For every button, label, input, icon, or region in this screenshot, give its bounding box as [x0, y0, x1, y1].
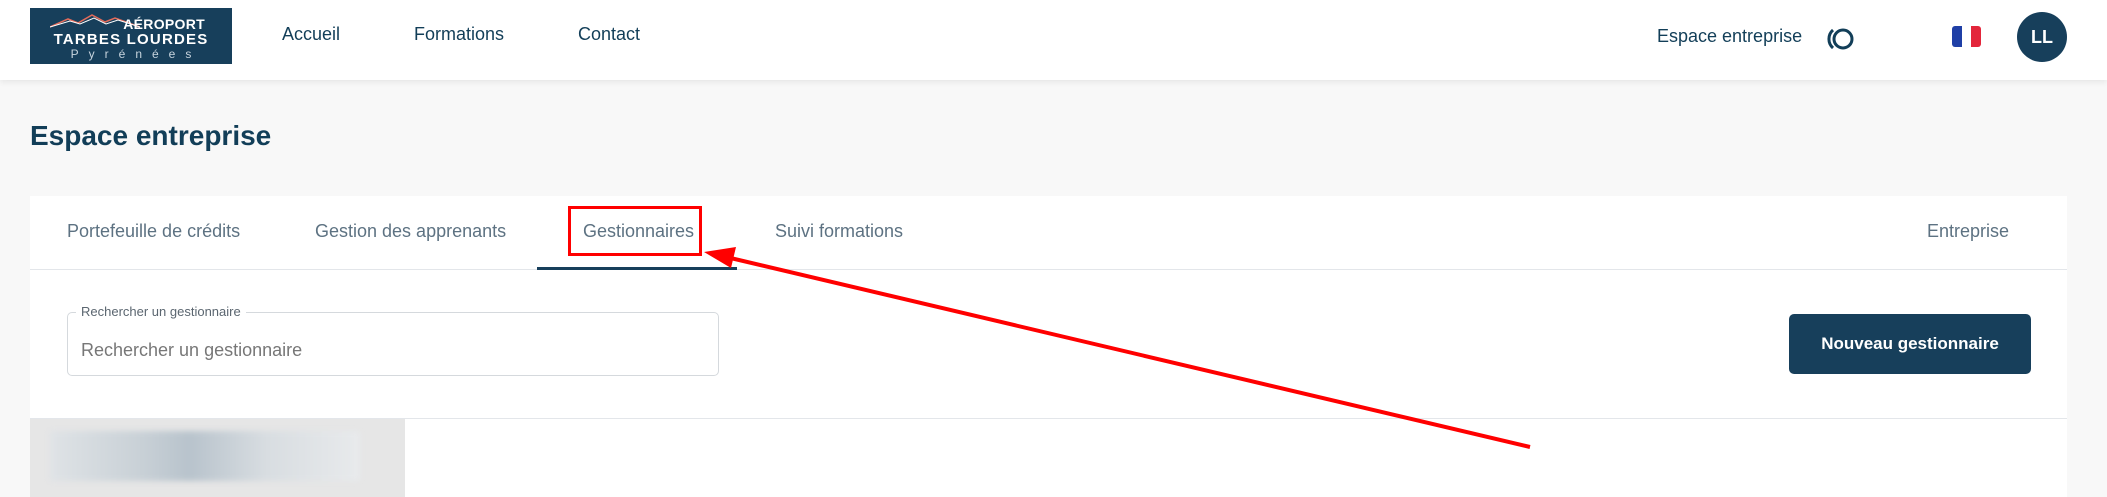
search-input[interactable] — [81, 337, 681, 363]
user-avatar[interactable]: LL — [2017, 12, 2067, 62]
nav-formations[interactable]: Formations — [414, 24, 504, 45]
tab-portefeuille-credits[interactable]: Portefeuille de crédits — [67, 221, 240, 242]
loading-spinner-icon — [1827, 28, 1854, 50]
tab-gestion-apprenants[interactable]: Gestion des apprenants — [315, 221, 506, 242]
tab-suivi-formations[interactable]: Suivi formations — [775, 221, 903, 242]
page-title: Espace entreprise — [30, 120, 272, 151]
active-tab-indicator — [537, 267, 737, 270]
content-card: Portefeuille de crédits Gestion des appr… — [30, 196, 2067, 497]
espace-entreprise-link[interactable]: Espace entreprise — [1657, 26, 1802, 47]
tab-bar: Portefeuille de crédits Gestion des appr… — [30, 196, 2067, 270]
nav-contact[interactable]: Contact — [578, 24, 640, 45]
tab-entreprise[interactable]: Entreprise — [1927, 221, 2009, 242]
manager-list-panel — [30, 419, 405, 497]
search-field-label: Rechercher un gestionnaire — [76, 304, 246, 319]
nav-accueil[interactable]: Accueil — [282, 24, 340, 45]
airport-logo[interactable]: AÉROPORT TARBES LOURDES Pyrénées — [30, 8, 232, 64]
search-field: Rechercher un gestionnaire — [67, 304, 719, 376]
new-manager-button[interactable]: Nouveau gestionnaire — [1789, 314, 2031, 374]
blurred-list-item[interactable] — [50, 431, 360, 481]
annotation-highlight-box — [568, 206, 702, 256]
france-flag-icon[interactable] — [1952, 26, 1981, 47]
top-navbar: AÉROPORT TARBES LOURDES Pyrénées Accueil… — [0, 0, 2107, 80]
logo-line-3: Pyrénées — [70, 47, 202, 61]
logo-line-2: TARBES LOURDES — [53, 31, 209, 48]
logo-line-1: AÉROPORT — [123, 16, 205, 32]
